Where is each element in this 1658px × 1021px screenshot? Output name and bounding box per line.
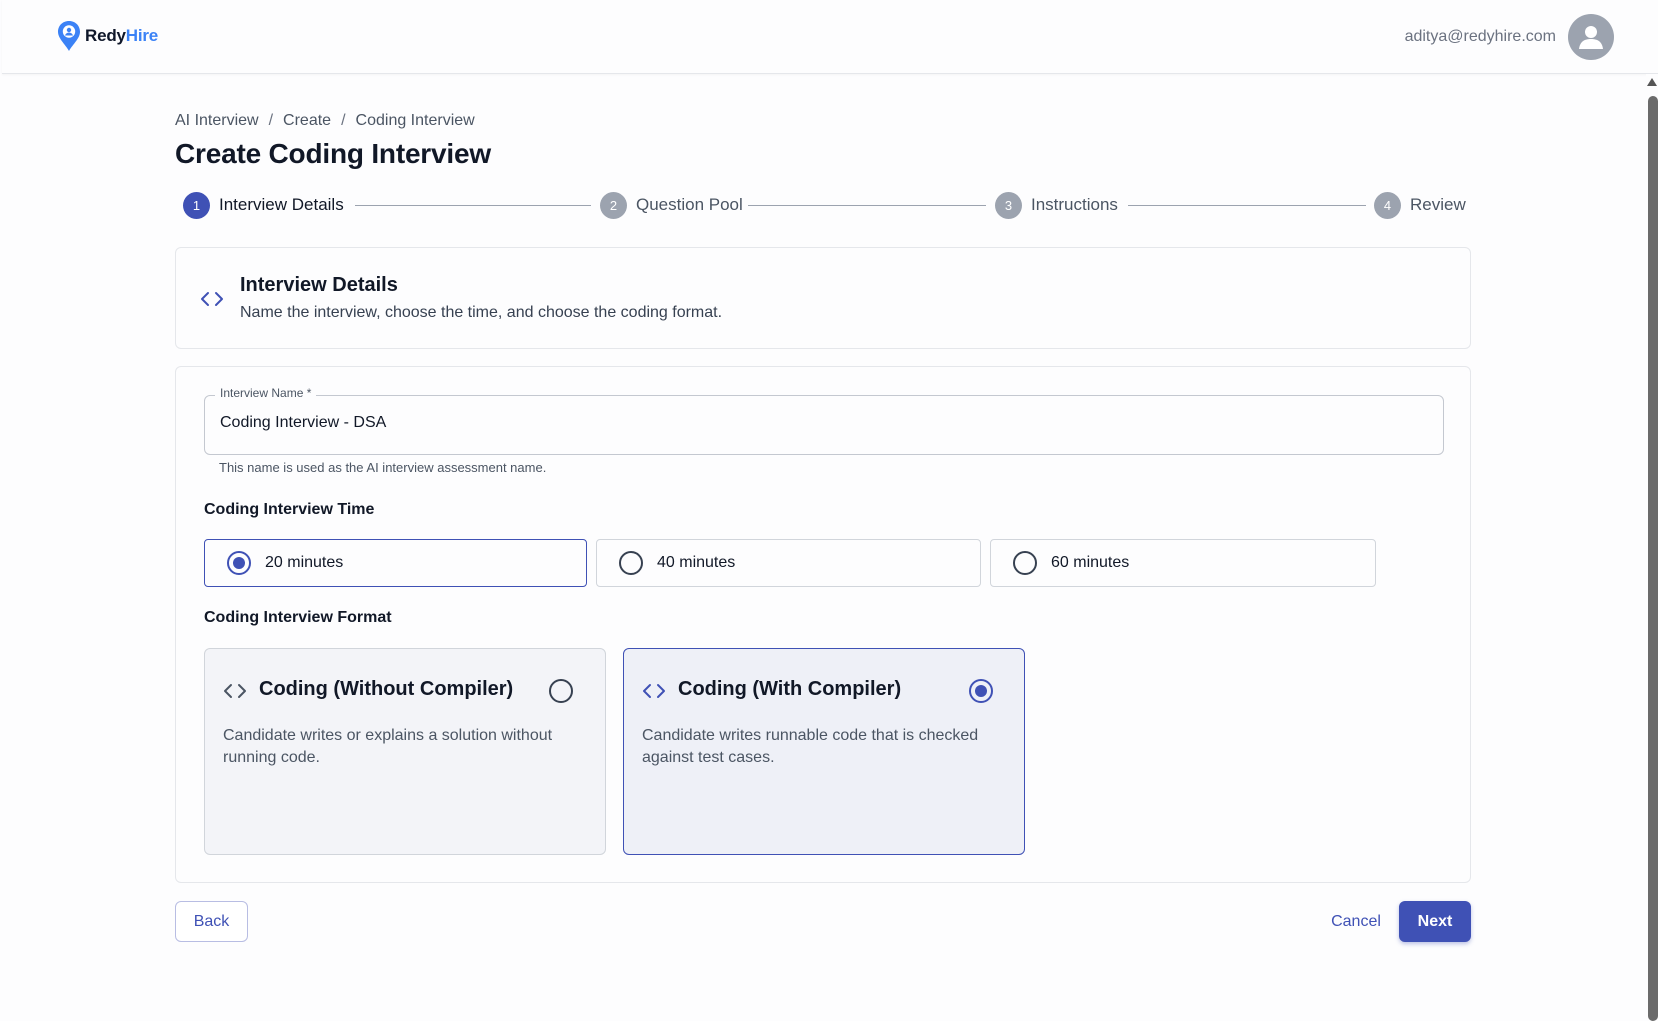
step-instructions[interactable]: 3 Instructions (995, 190, 1118, 220)
redyhire-logo[interactable]: RedyHire (56, 20, 158, 52)
time-option-label: 60 minutes (1051, 554, 1130, 571)
time-option-20[interactable]: 20 minutes (204, 539, 587, 587)
interview-details-form-card: Interview Name * This name is used as th… (175, 366, 1471, 883)
step-connector (355, 205, 591, 206)
interview-name-label: Interview Name * (215, 386, 317, 400)
format-description: Candidate writes runnable code that is c… (642, 727, 979, 766)
top-bar: RedyHire aditya@redyhire.com (2, 0, 1658, 74)
scrollbar-thumb[interactable] (1648, 96, 1658, 1021)
step-label: Question Pool (636, 195, 743, 214)
step-number: 2 (600, 191, 627, 219)
interview-name-field[interactable]: Interview Name * (204, 386, 1444, 455)
step-review[interactable]: 4 Review (1374, 190, 1466, 220)
avatar[interactable] (1568, 14, 1614, 60)
user-icon (1579, 26, 1603, 49)
main-content: AI Interview / Create / Coding Interview… (175, 110, 1471, 942)
interview-time-label: Coding Interview Time (204, 501, 375, 518)
next-button[interactable]: Next (1399, 901, 1471, 942)
logo-text-hire: Hire (125, 26, 159, 45)
radio-button-checked[interactable] (969, 679, 993, 703)
step-label: Instructions (1031, 195, 1118, 214)
format-title: Coding (Without Compiler) (259, 678, 514, 700)
interview-name-input[interactable] (220, 414, 1420, 432)
time-option-60[interactable]: 60 minutes (990, 539, 1376, 587)
logo-text-redy: Redy (85, 26, 126, 45)
user-menu[interactable]: aditya@redyhire.com (1405, 14, 1614, 60)
code-icon (224, 684, 246, 698)
time-option-label: 40 minutes (657, 554, 736, 571)
step-connector (748, 205, 986, 206)
scroll-up-arrow-icon[interactable] (1647, 78, 1657, 86)
interview-details-header-card: Interview Details Name the interview, ch… (175, 247, 1471, 349)
step-label: Interview Details (219, 195, 344, 214)
step-question-pool[interactable]: 2 Question Pool (600, 190, 743, 220)
step-connector (1128, 205, 1366, 206)
format-title: Coding (With Compiler) (678, 678, 902, 700)
section-title: Interview Details (240, 274, 398, 296)
page-title: Create Coding Interview (175, 138, 491, 169)
breadcrumb-separator: / (268, 112, 274, 129)
format-option-with-compiler[interactable]: Coding (With Compiler) Candidate writes … (623, 648, 1025, 855)
interview-name-help-text: This name is used as the AI interview as… (219, 460, 547, 475)
step-label: Review (1410, 195, 1466, 214)
breadcrumb-item-create[interactable]: Create (283, 112, 331, 130)
step-number: 4 (1374, 191, 1401, 219)
radio-button[interactable] (549, 679, 573, 703)
logo-text: RedyHire (85, 26, 158, 46)
time-option-label: 20 minutes (265, 554, 344, 571)
location-pin-icon (58, 21, 80, 51)
interview-format-label: Coding Interview Format (204, 609, 392, 626)
breadcrumb-item-ai-interview[interactable]: AI Interview (175, 112, 259, 130)
step-interview-details[interactable]: 1 Interview Details (183, 190, 344, 220)
radio-button[interactable] (1013, 551, 1037, 575)
user-email: aditya@redyhire.com (1404, 28, 1556, 45)
step-number: 1 (183, 191, 210, 219)
step-number: 3 (995, 191, 1022, 219)
section-subtitle: Name the interview, choose the time, and… (240, 304, 723, 321)
radio-button[interactable] (619, 551, 643, 575)
radio-button-checked[interactable] (227, 551, 251, 575)
cancel-button[interactable]: Cancel (1321, 901, 1391, 942)
breadcrumb: AI Interview / Create / Coding Interview (175, 110, 1471, 132)
stepper: 1 Interview Details 2 Question Pool 3 In… (175, 190, 1471, 220)
code-icon (201, 292, 223, 306)
time-option-40[interactable]: 40 minutes (596, 539, 981, 587)
format-option-without-compiler[interactable]: Coding (Without Compiler) Candidate writ… (204, 648, 606, 855)
format-description: Candidate writes or explains a solution … (223, 727, 553, 766)
back-button[interactable]: Back (175, 901, 248, 942)
code-icon (643, 684, 665, 698)
breadcrumb-item-coding-interview: Coding Interview (355, 112, 475, 129)
breadcrumb-separator: / (341, 112, 346, 129)
